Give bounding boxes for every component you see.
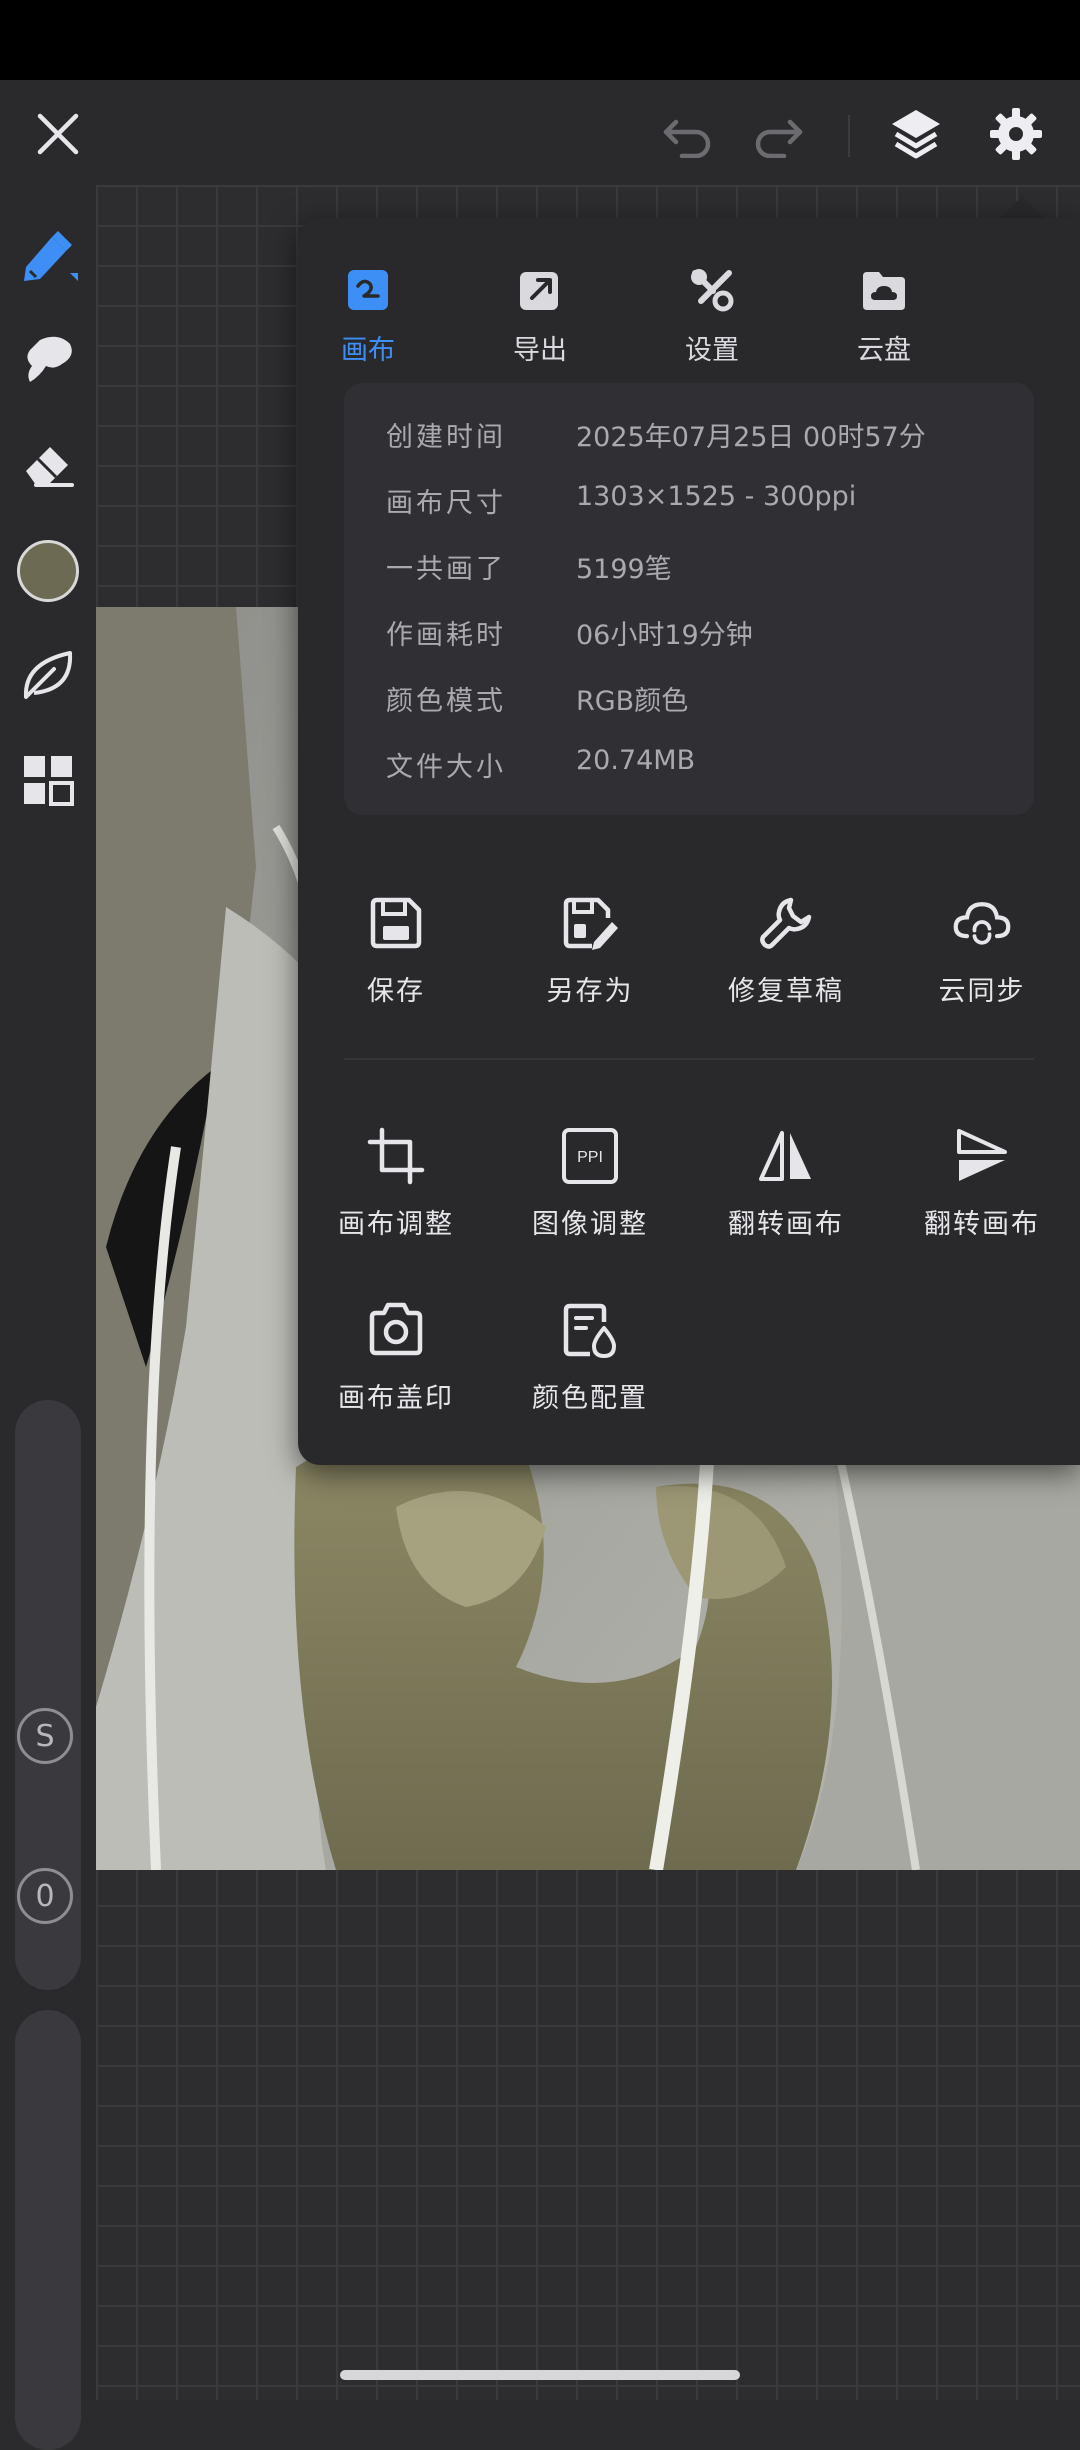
info-value: 20.74MB (576, 745, 696, 776)
info-row-size: 画布尺寸 1303×1525 - 300ppi (344, 469, 1034, 535)
redo-button[interactable] (736, 92, 820, 176)
action-label: 图像调整 (532, 1209, 648, 1240)
opacity-slider-label: 0 (17, 1868, 73, 1924)
settings-button[interactable] (974, 92, 1058, 176)
tool-rail: S 0 (0, 185, 96, 2450)
toolbar-divider (848, 115, 850, 157)
status-bar (0, 0, 1080, 80)
top-toolbar (0, 80, 1080, 185)
tab-settings[interactable]: 设置 (642, 246, 782, 366)
info-row-color-mode: 颜色模式 RGB颜色 (344, 667, 1034, 733)
tab-export[interactable]: 导出 (470, 246, 610, 366)
save-as-button[interactable]: 另存为 (492, 883, 688, 1033)
repair-draft-button[interactable]: 修复草稿 (688, 883, 884, 1033)
action-label: 翻转画布 (924, 1209, 1040, 1240)
layers-icon (892, 110, 940, 159)
panel-pointer (1000, 196, 1044, 218)
color-swatch[interactable] (17, 540, 79, 602)
smudge-icon (27, 336, 72, 382)
info-key: 文件大小 (386, 752, 506, 783)
camera-icon (369, 1302, 423, 1356)
info-row-time: 作画耗时 06小时19分钟 (344, 601, 1034, 667)
cloud-folder-icon (863, 272, 905, 310)
brush-tool-button[interactable] (8, 215, 88, 295)
canvas-panel: 画布 导出 设置 云盘 创建时间 2025年07月25日 00时57分 画布尺寸… (298, 218, 1080, 1465)
action-label: 画布调整 (338, 1209, 454, 1240)
wrench-icon (760, 897, 812, 949)
undo-button[interactable] (646, 92, 730, 176)
more-tools-button[interactable] (8, 740, 88, 820)
tab-label: 云盘 (857, 335, 911, 366)
info-key: 画布尺寸 (386, 488, 506, 519)
info-key: 颜色模式 (386, 686, 506, 717)
canvas-info-card: 创建时间 2025年07月25日 00时57分 画布尺寸 1303×1525 -… (344, 383, 1034, 815)
action-label: 云同步 (938, 976, 1026, 1007)
ppi-icon: PPI (562, 1128, 618, 1184)
canvas-adjust-button[interactable]: 画布调整 (298, 1116, 494, 1266)
info-key: 作画耗时 (386, 620, 506, 651)
canvas-tab-icon (348, 270, 388, 310)
action-label: 保存 (367, 976, 425, 1007)
eraser-icon (26, 447, 74, 487)
layers-button[interactable] (874, 92, 958, 176)
close-button[interactable] (16, 92, 100, 176)
gear-icon (990, 108, 1042, 160)
grid-icon (24, 756, 74, 806)
save-button[interactable]: 保存 (298, 883, 494, 1033)
pen-icon (24, 231, 78, 281)
info-row-created: 创建时间 2025年07月25日 00时57分 (344, 403, 1034, 469)
info-value: 2025年07月25日 00时57分 (576, 422, 926, 453)
leaf-tool-button[interactable] (8, 635, 88, 715)
color-profile-button[interactable]: 颜色配置 (492, 1290, 688, 1440)
crop-icon (367, 1127, 425, 1185)
brush-opacity-slider[interactable] (15, 2010, 81, 2450)
save-as-icon (563, 897, 618, 950)
save-icon (370, 897, 422, 949)
flip-vertical-icon (957, 1129, 1007, 1181)
action-label: 另存为 (546, 976, 634, 1007)
cloud-sync-icon (953, 902, 1011, 945)
info-value: 06小时19分钟 (576, 620, 753, 651)
panel-divider (344, 1058, 1034, 1060)
action-label: 修复草稿 (728, 976, 844, 1007)
tab-label: 导出 (513, 335, 567, 366)
action-label: 颜色配置 (532, 1383, 648, 1414)
info-value: 1303×1525 - 300ppi (576, 481, 857, 512)
image-adjust-button[interactable]: PPI 图像调整 (492, 1116, 688, 1266)
canvas-stamp-button[interactable]: 画布盖印 (298, 1290, 494, 1440)
leaf-icon (23, 651, 73, 699)
eraser-tool-button[interactable] (8, 425, 88, 505)
info-row-file-size: 文件大小 20.74MB (344, 733, 1034, 799)
smudge-tool-button[interactable] (8, 320, 88, 400)
home-indicator[interactable] (340, 2370, 740, 2380)
settings-tools-icon (691, 269, 734, 312)
info-value: RGB颜色 (576, 686, 689, 717)
tab-canvas[interactable]: 画布 (298, 246, 438, 366)
tab-label: 设置 (685, 335, 739, 366)
flip-canvas-horizontal-button[interactable]: 翻转画布 (688, 1116, 884, 1266)
info-value: 5199笔 (576, 554, 672, 585)
redo-icon (755, 119, 803, 158)
info-row-strokes: 一共画了 5199笔 (344, 535, 1034, 601)
cloud-sync-button[interactable]: 云同步 (884, 883, 1080, 1033)
action-label: 翻转画布 (728, 1209, 844, 1240)
flip-canvas-vertical-button[interactable]: 翻转画布 (884, 1116, 1080, 1266)
export-icon (520, 272, 558, 310)
color-profile-icon (563, 1303, 616, 1358)
undo-icon (663, 119, 711, 158)
action-label: 画布盖印 (338, 1383, 454, 1414)
size-slider-label: S (17, 1708, 73, 1764)
flip-horizontal-icon (759, 1131, 811, 1181)
close-icon (37, 113, 79, 155)
svg-text:PPI: PPI (577, 1149, 603, 1166)
tab-label: 画布 (341, 335, 395, 366)
tab-cloud-drive[interactable]: 云盘 (814, 246, 954, 366)
info-key: 创建时间 (386, 422, 506, 453)
info-key: 一共画了 (386, 554, 506, 585)
